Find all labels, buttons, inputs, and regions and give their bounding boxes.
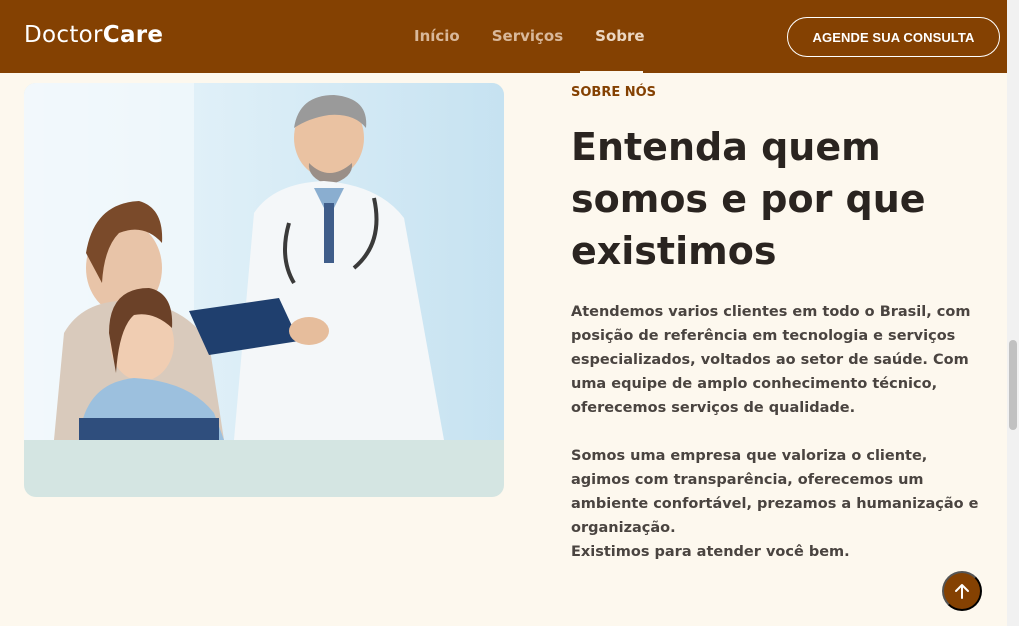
back-to-top-button[interactable] — [942, 571, 982, 611]
site-header: DoctorCare Início Serviços Sobre AGENDE … — [0, 0, 1007, 73]
schedule-appointment-button[interactable]: AGENDE SUA CONSULTA — [787, 17, 1000, 57]
about-paragraph-2: Somos uma empresa que valoriza o cliente… — [571, 448, 979, 536]
section-title: Entenda quem somos e por que existimos — [571, 125, 926, 273]
page-scrollbar[interactable] — [1007, 0, 1019, 626]
about-paragraph-1: Atendemos varios clientes em todo o Bras… — [571, 304, 971, 416]
nav-item-servicos[interactable]: Serviços — [492, 26, 563, 46]
scrollbar-thumb[interactable] — [1009, 340, 1017, 430]
active-nav-indicator — [580, 71, 643, 73]
about-image-card — [24, 83, 504, 497]
logo-bold: Care — [102, 22, 164, 48]
logo[interactable]: DoctorCare — [24, 22, 163, 48]
nav-item-sobre[interactable]: Sobre — [595, 26, 644, 46]
section-kicker: SOBRE NÓS — [571, 85, 657, 100]
logo-regular: Doctor — [24, 22, 103, 48]
about-paragraph-3: Existimos para atender você bem. — [571, 544, 850, 560]
doctor-family-photo — [24, 83, 504, 440]
main-nav: Início Serviços Sobre — [414, 26, 677, 46]
nav-item-inicio[interactable]: Início — [414, 26, 460, 46]
arrow-up-icon — [955, 584, 969, 599]
